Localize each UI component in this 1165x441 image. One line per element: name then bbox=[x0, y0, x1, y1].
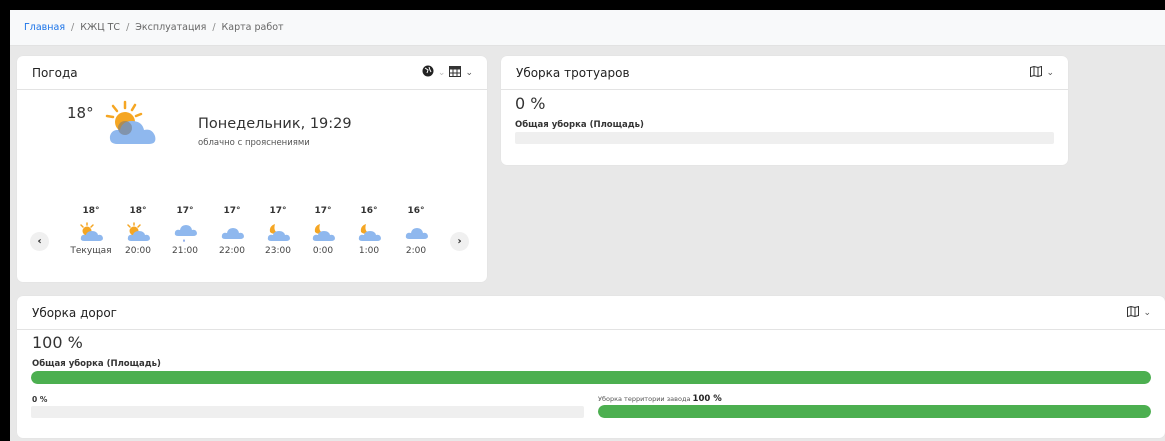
road-sub-left-progress-bar bbox=[31, 406, 584, 418]
chevron-down-icon[interactable]: ⌄ bbox=[1046, 68, 1054, 78]
forecast-item: 17° 22:00 bbox=[209, 206, 255, 256]
map-icon[interactable] bbox=[1030, 65, 1043, 80]
sidewalk-progress-bar bbox=[515, 132, 1054, 144]
road-progress-bar bbox=[31, 371, 1151, 384]
breadcrumb-current: Карта работ bbox=[221, 22, 284, 33]
chevron-down-icon[interactable]: ⌄ bbox=[465, 68, 473, 78]
partly-cloudy-sun-icon bbox=[125, 218, 151, 246]
road-progress-fill bbox=[31, 371, 1151, 384]
weather-card-header: Погода ⌄ ⌄ bbox=[17, 56, 487, 90]
breadcrumb-separator: / bbox=[71, 22, 75, 33]
prev-arrow-button[interactable]: ‹ bbox=[30, 232, 49, 251]
breadcrumb-separator: / bbox=[126, 22, 130, 33]
forecast-item: 18° 20:00 bbox=[115, 206, 161, 256]
forecast-time: 0:00 bbox=[312, 246, 334, 256]
cloud-moon-icon bbox=[310, 218, 336, 246]
road-sub-right-progress-fill bbox=[598, 405, 1151, 418]
sidewalk-title: Уборка тротуаров bbox=[516, 65, 630, 80]
forecast-temp: 16° bbox=[360, 206, 378, 216]
cloud-moon-icon bbox=[265, 218, 291, 246]
forecast-temp: 17° bbox=[314, 206, 332, 216]
breadcrumb-separator: / bbox=[212, 22, 216, 33]
partly-cloudy-sun-icon bbox=[78, 218, 104, 246]
forecast-time: 20:00 bbox=[125, 246, 151, 256]
current-description: облачно с прояснениями bbox=[198, 138, 310, 148]
weather-title: Погода bbox=[32, 65, 78, 80]
next-arrow-button[interactable]: › bbox=[450, 232, 469, 251]
forecast-item: 17° 21:00 bbox=[162, 206, 208, 256]
forecast-item: 17° 23:00 bbox=[255, 206, 301, 256]
breadcrumb-home[interactable]: Главная bbox=[24, 22, 65, 33]
cloud-moon-icon bbox=[356, 218, 382, 246]
chevron-down-icon[interactable]: ⌄ bbox=[438, 68, 446, 78]
forecast-temp: 18° bbox=[82, 206, 100, 216]
breadcrumb-item[interactable]: Эксплуатация bbox=[135, 22, 206, 33]
cloud-icon bbox=[219, 218, 245, 246]
cloud-rain-icon bbox=[172, 218, 198, 246]
forecast-temp: 18° bbox=[129, 206, 147, 216]
road-sub-right-value: 100 % bbox=[692, 394, 722, 404]
breadcrumb: Главная / КЖЦ ТС / Эксплуатация / Карта … bbox=[10, 10, 1165, 46]
forecast-time: 23:00 bbox=[265, 246, 291, 256]
forecast-item: 16° 1:00 bbox=[346, 206, 392, 256]
cloud-icon bbox=[403, 218, 429, 246]
forecast-temp: 17° bbox=[223, 206, 241, 216]
sidewalk-card-header: Уборка тротуаров ⌄ bbox=[501, 56, 1068, 90]
current-day-time: Понедельник, 19:29 bbox=[198, 116, 352, 132]
map-icon[interactable] bbox=[1127, 305, 1140, 320]
calendar-icon[interactable] bbox=[449, 65, 462, 80]
road-cleaning-card: Уборка дорог ⌄ 100 % Общая уборка (Площа… bbox=[17, 296, 1165, 438]
road-percent: 100 % bbox=[32, 333, 83, 352]
road-sub-right-label: Уборка территории завода bbox=[598, 395, 691, 403]
window-top-border bbox=[0, 0, 1165, 10]
road-sub-right-caption: Уборка территории завода 100 % bbox=[598, 394, 722, 404]
hourly-forecast: ‹ › 18° Текущая 18° 20:00 17° 21:00 17° bbox=[17, 206, 487, 276]
forecast-time: 2:00 bbox=[405, 246, 427, 256]
road-label: Общая уборка (Площадь) bbox=[32, 359, 161, 369]
current-temperature: 18° bbox=[67, 104, 94, 122]
forecast-time: Текущая bbox=[70, 246, 112, 256]
forecast-item: 16° 2:00 bbox=[393, 206, 439, 256]
partly-cloudy-sun-icon bbox=[103, 100, 165, 152]
sidewalk-label: Общая уборка (Площадь) bbox=[515, 120, 644, 130]
sidewalk-percent: 0 % bbox=[515, 94, 546, 113]
forecast-temp: 16° bbox=[407, 206, 425, 216]
breadcrumb-item[interactable]: КЖЦ ТС bbox=[80, 22, 120, 33]
weather-card: Погода ⌄ ⌄ 18° Понедельник, 19:29 облачн… bbox=[17, 56, 487, 282]
road-card-header: Уборка дорог ⌄ bbox=[17, 296, 1165, 330]
forecast-temp: 17° bbox=[176, 206, 194, 216]
road-sub-left-value: 0 % bbox=[32, 395, 48, 404]
chevron-down-icon[interactable]: ⌄ bbox=[1143, 308, 1151, 318]
road-title: Уборка дорог bbox=[32, 305, 117, 320]
sidewalk-cleaning-card: Уборка тротуаров ⌄ 0 % Общая уборка (Пло… bbox=[501, 56, 1068, 165]
forecast-time: 1:00 bbox=[358, 246, 380, 256]
globe-icon[interactable] bbox=[422, 65, 434, 80]
window-left-border bbox=[0, 0, 10, 441]
road-sub-right-progress-bar bbox=[598, 405, 1151, 418]
forecast-item: 17° 0:00 bbox=[300, 206, 346, 256]
forecast-time: 22:00 bbox=[219, 246, 245, 256]
forecast-temp: 17° bbox=[269, 206, 287, 216]
forecast-item: 18° Текущая bbox=[68, 206, 114, 256]
forecast-time: 21:00 bbox=[172, 246, 198, 256]
